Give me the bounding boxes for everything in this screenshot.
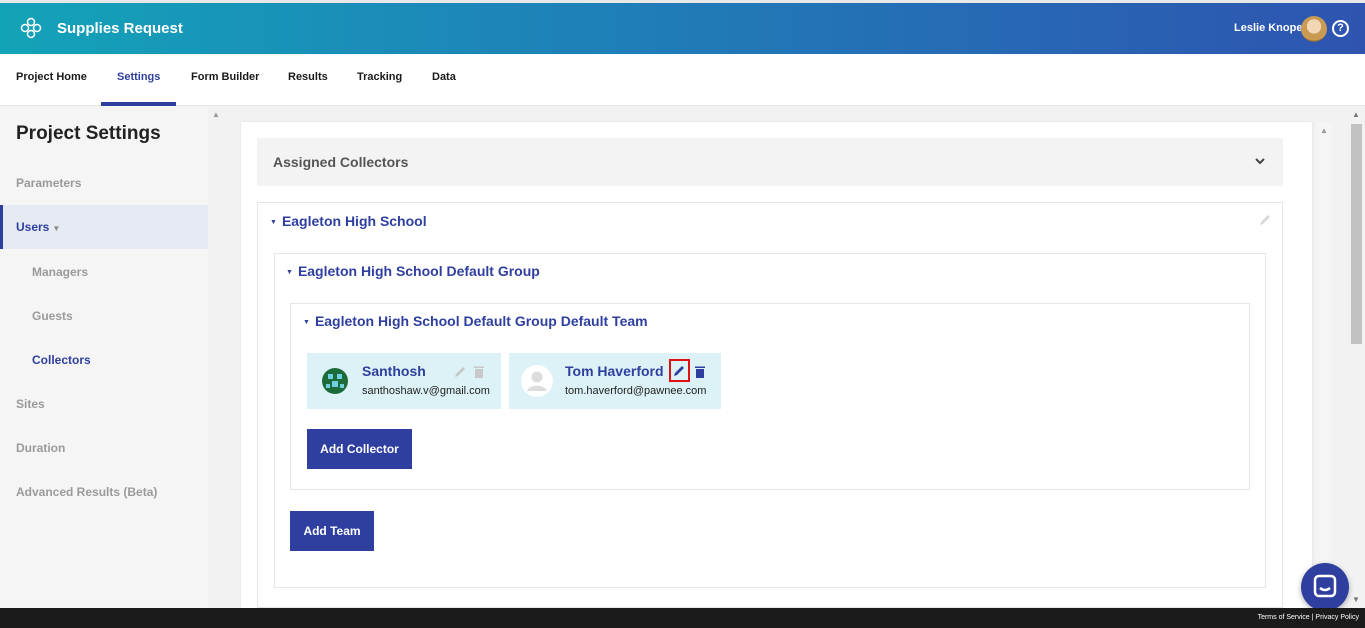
group-name: Eagleton High School Default Group [297, 263, 540, 279]
default-user-avatar-icon [521, 365, 553, 397]
scroll-up-icon[interactable]: ▲ [1352, 110, 1360, 119]
collector-avatar [322, 368, 348, 394]
group-title[interactable]: ▼ Eagleton High School Default Group [286, 263, 540, 279]
sidebar-scrollbar[interactable]: ▲ [208, 106, 225, 608]
tab-tracking[interactable]: Tracking [341, 54, 418, 106]
main-nav: Project Home Settings Form Builder Resul… [0, 54, 1365, 106]
scroll-down-icon[interactable]: ▼ [1352, 595, 1360, 604]
collapse-triangle-icon: ▼ [303, 318, 310, 326]
tab-project-home[interactable]: Project Home [0, 54, 103, 106]
collector-name: Tom Haverford [565, 363, 664, 379]
chat-icon [1313, 574, 1337, 598]
caret-down-icon: ▼ [52, 224, 61, 233]
help-icon[interactable]: ? [1332, 20, 1349, 37]
sidebar-item-guests[interactable]: Guests [0, 294, 208, 338]
collapse-triangle-icon: ▼ [270, 218, 277, 226]
add-team-button[interactable]: Add Team [290, 511, 374, 551]
collector-email: santhoshaw.v@gmail.com [362, 385, 490, 397]
settings-sidebar: Project Settings Parameters Users ▼ Manag… [0, 106, 208, 608]
school-name: Eagleton High School [281, 213, 427, 229]
terms-link[interactable]: Terms of Service [1258, 614, 1310, 621]
footer: Terms of Service | Privacy Policy [0, 608, 1365, 628]
team-title[interactable]: ▼ Eagleton High School Default Group Defa… [303, 313, 648, 329]
top-bar: Supplies Request Leslie Knope ? [0, 0, 1365, 54]
content-panel: Assigned Collectors ▼ Eagleton High Schoo… [241, 122, 1312, 608]
privacy-link[interactable]: Privacy Policy [1315, 614, 1359, 621]
assigned-collectors-header[interactable]: Assigned Collectors [257, 138, 1283, 186]
collector-name: Santhosh [362, 363, 426, 379]
sidebar-item-managers[interactable]: Managers [0, 250, 208, 294]
school-section: ▼ Eagleton High School ▼ Eagleton High Sch… [257, 202, 1283, 608]
user-name[interactable]: Leslie Knope [1234, 22, 1302, 34]
collector-card: Tom Haverford tom.haverford@pawnee.com [509, 353, 721, 409]
app-title[interactable]: Supplies Request [57, 20, 183, 37]
tab-data[interactable]: Data [416, 54, 472, 106]
content-scrollbar[interactable]: ▲ [1316, 122, 1332, 608]
sidebar-item-parameters[interactable]: Parameters [0, 161, 208, 205]
sidebar-item-sites[interactable]: Sites [0, 382, 208, 426]
edit-pencil-icon[interactable] [669, 359, 690, 382]
sidebar-item-duration[interactable]: Duration [0, 426, 208, 470]
scrollbar-thumb[interactable] [1351, 124, 1362, 344]
trash-icon[interactable] [471, 363, 487, 381]
sidebar-item-label: Users [16, 220, 50, 234]
tab-results[interactable]: Results [272, 54, 344, 106]
collector-card: Santhosh santhoshaw.v@gmail.com [307, 353, 501, 409]
chat-launcher-button[interactable] [1301, 563, 1349, 611]
school-title[interactable]: ▼ Eagleton High School [270, 213, 427, 229]
app-logo-icon[interactable] [20, 17, 42, 39]
tab-form-builder[interactable]: Form Builder [175, 54, 275, 106]
group-section: ▼ Eagleton High School Default Group ▼ Eag… [274, 253, 1266, 588]
scroll-up-icon[interactable]: ▲ [1320, 126, 1328, 135]
assigned-collectors-title: Assigned Collectors [273, 154, 409, 170]
trash-icon[interactable] [692, 363, 708, 381]
scroll-up-icon[interactable]: ▲ [212, 110, 220, 119]
page-scrollbar[interactable]: ▲ ▼ [1348, 106, 1365, 608]
sidebar-title: Project Settings [16, 123, 161, 144]
tab-settings[interactable]: Settings [101, 54, 177, 106]
team-section: ▼ Eagleton High School Default Group Defa… [290, 303, 1250, 490]
collapse-triangle-icon: ▼ [286, 268, 293, 276]
edit-pencil-icon[interactable] [452, 363, 468, 381]
user-avatar[interactable] [1301, 16, 1327, 42]
sidebar-item-advanced-results[interactable]: Advanced Results (Beta) [0, 470, 208, 514]
chevron-down-icon[interactable] [1253, 154, 1267, 168]
sidebar-item-collectors[interactable]: Collectors [0, 338, 208, 382]
edit-school-pencil-icon[interactable] [1258, 213, 1272, 227]
add-collector-button[interactable]: Add Collector [307, 429, 412, 469]
team-name: Eagleton High School Default Group Defau… [314, 313, 648, 329]
sidebar-item-users[interactable]: Users ▼ [0, 205, 208, 249]
collector-email: tom.haverford@pawnee.com [565, 385, 707, 397]
